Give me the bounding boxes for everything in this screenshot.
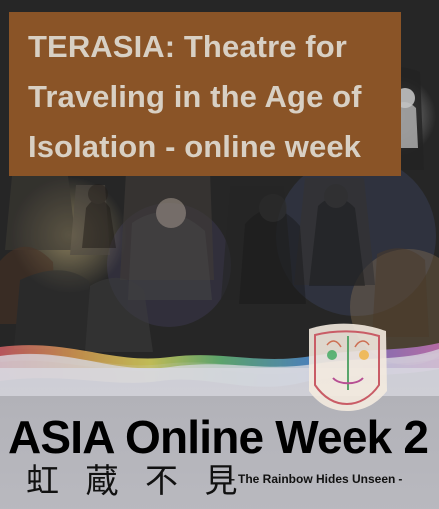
event-title-overlay: TERASIA: Theatre for Traveling in the Ag… bbox=[9, 12, 401, 176]
event-title-line: Traveling in the Age of bbox=[28, 79, 362, 114]
event-title-line: TERASIA: Theatre for bbox=[28, 29, 347, 64]
poster-subtitle-row: 虹 蔵 不 見 The Rainbow Hides Unseen bbox=[26, 464, 436, 502]
event-card[interactable]: ASIA Online Week 2 虹 蔵 不 見 The Rainbow H… bbox=[0, 0, 439, 509]
poster-tagline: The Rainbow Hides Unseen bbox=[228, 472, 405, 486]
event-title-line: Isolation - online week bbox=[28, 129, 362, 164]
mask-illustration bbox=[309, 323, 387, 411]
poster-headline: ASIA Online Week 2 bbox=[8, 411, 429, 463]
poster-cjk-title: 虹 蔵 不 見 bbox=[26, 461, 246, 500]
